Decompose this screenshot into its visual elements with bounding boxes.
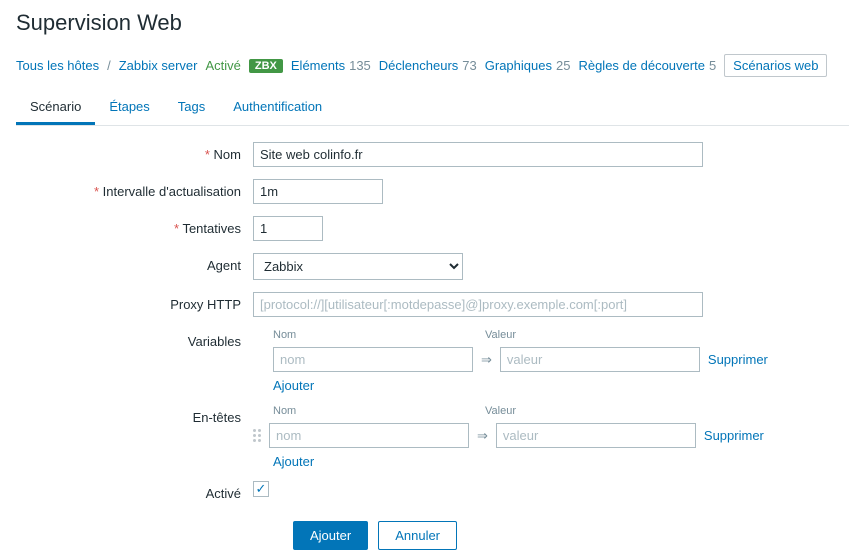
hdr-value-input[interactable] (496, 423, 696, 448)
nav-triggers[interactable]: Déclencheurs (379, 58, 459, 73)
proxy-label: Proxy HTTP (56, 292, 241, 312)
tabs: Scénario Étapes Tags Authentification (16, 91, 849, 126)
breadcrumb: Tous les hôtes / Zabbix server Activé ZB… (16, 54, 849, 77)
attempts-label: * Tentatives (56, 216, 241, 236)
drag-handle-icon[interactable] (253, 429, 261, 442)
tab-tags[interactable]: Tags (164, 91, 219, 125)
variables-label: Variables (56, 329, 241, 349)
attempts-input[interactable] (253, 216, 323, 241)
var-value-input[interactable] (500, 347, 700, 372)
headers-label: En-têtes (56, 405, 241, 425)
var-value-header: Valeur (485, 329, 685, 341)
interval-input[interactable] (253, 179, 383, 204)
hdr-name-input[interactable] (269, 423, 469, 448)
enabled-label: Activé (56, 481, 241, 501)
status-enabled: Activé (205, 58, 240, 73)
submit-button[interactable]: Ajouter (293, 521, 368, 550)
breadcrumb-host[interactable]: Zabbix server (119, 58, 198, 73)
hdr-value-header: Valeur (485, 405, 685, 417)
tab-auth[interactable]: Authentification (219, 91, 336, 125)
var-name-input[interactable] (273, 347, 473, 372)
arrow-icon: ⇒ (477, 428, 488, 444)
var-delete-link[interactable]: Supprimer (708, 352, 768, 367)
agent-label: Agent (56, 253, 241, 273)
cancel-button[interactable]: Annuler (378, 521, 457, 550)
nav-discovery[interactable]: Règles de découverte (578, 58, 704, 73)
tab-steps[interactable]: Étapes (95, 91, 163, 125)
interval-label: * Intervalle d'actualisation (56, 179, 241, 199)
hdr-name-header: Nom (273, 405, 473, 417)
nav-triggers-count: 73 (462, 58, 476, 73)
nav-elements-count: 135 (349, 58, 371, 73)
proxy-input[interactable] (253, 292, 703, 317)
nav-discovery-count: 5 (709, 58, 716, 73)
nav-graphs-count: 25 (556, 58, 570, 73)
breadcrumb-all-hosts[interactable]: Tous les hôtes (16, 58, 99, 73)
hdr-add-link[interactable]: Ajouter (273, 454, 783, 469)
breadcrumb-sep: / (107, 58, 111, 73)
var-add-link[interactable]: Ajouter (273, 378, 783, 393)
name-input[interactable] (253, 142, 703, 167)
arrow-icon: ⇒ (481, 352, 492, 368)
nav-graphs[interactable]: Graphiques (485, 58, 552, 73)
name-label: * Nom (56, 142, 241, 162)
form: * Nom * Intervalle d'actualisation * Ten… (56, 142, 849, 550)
zbx-badge: ZBX (249, 59, 283, 73)
agent-select[interactable]: Zabbix (253, 253, 463, 280)
var-name-header: Nom (273, 329, 473, 341)
hdr-delete-link[interactable]: Supprimer (704, 428, 764, 443)
tab-scenario[interactable]: Scénario (16, 91, 95, 125)
page-title: Supervision Web (16, 10, 849, 36)
nav-elements[interactable]: Eléments (291, 58, 345, 73)
enabled-checkbox[interactable] (253, 481, 269, 497)
nav-web-scenarios[interactable]: Scénarios web (724, 54, 827, 77)
